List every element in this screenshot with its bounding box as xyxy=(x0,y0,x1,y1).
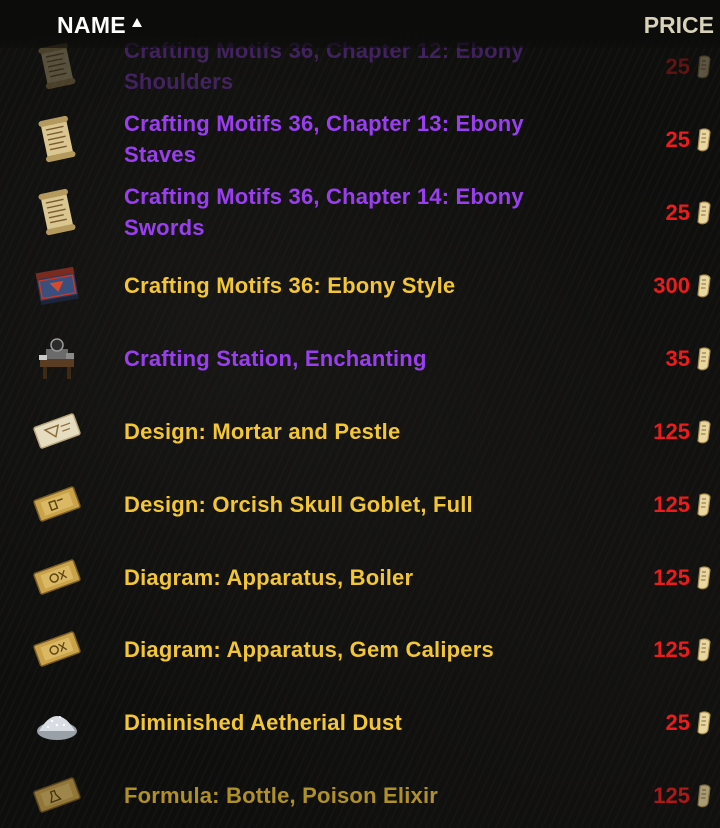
item-price: 300 xyxy=(653,273,690,298)
store-window: Crafting Motifs 36, Chapter 12: Ebony Sh… xyxy=(0,0,720,828)
item-name-line2: Shoulders xyxy=(124,69,234,94)
item-price: 125 xyxy=(653,419,690,444)
list-item[interactable]: Diminished Aetherial Dust 25 xyxy=(0,686,720,759)
item-price: 125 xyxy=(653,637,690,662)
item-name: Diagram: Apparatus, Gem Calipers xyxy=(124,637,494,662)
item-name: Crafting Motifs 36, Chapter 14: Ebony Sw… xyxy=(124,181,544,243)
item-price: 25 xyxy=(665,54,690,79)
item-price: 125 xyxy=(653,565,690,590)
list-header: NAME PRICE xyxy=(0,0,720,48)
gold-coin-icon xyxy=(694,637,714,663)
item-price: 125 xyxy=(653,492,690,517)
list-item[interactable]: Crafting Motifs 36, Chapter 13: Ebony St… xyxy=(0,103,720,176)
list-item[interactable]: Formula: Bottle, Poison Elixir 125 xyxy=(0,759,720,828)
item-name: Design: Mortar and Pestle xyxy=(124,419,401,444)
diagram-plan-icon xyxy=(30,550,84,604)
list-item[interactable]: Design: Orcish Skull Goblet, Full 125 xyxy=(0,468,720,541)
item-name: Crafting Motifs 36: Ebony Style xyxy=(124,273,456,298)
item-name: Crafting Station, Enchanting xyxy=(124,346,427,371)
list-item[interactable]: Diagram: Apparatus, Gem Calipers 125 xyxy=(0,613,720,686)
item-name: Formula: Bottle, Poison Elixir xyxy=(124,783,439,808)
dust-pile-icon xyxy=(30,695,84,749)
gold-coin-icon xyxy=(694,710,714,736)
list-item[interactable]: Crafting Motifs 36, Chapter 14: Ebony Sw… xyxy=(0,176,720,249)
crafting-station-icon xyxy=(30,331,84,385)
item-price: 25 xyxy=(665,127,690,152)
list-item[interactable]: Design: Mortar and Pestle 125 xyxy=(0,395,720,468)
book-icon xyxy=(30,258,84,312)
scroll-icon xyxy=(30,112,84,166)
item-name-line1: Crafting Motifs 36, Chapter 13: Ebony xyxy=(124,111,524,136)
item-name-line2: Staves xyxy=(124,142,197,167)
sort-by-name-header[interactable]: NAME xyxy=(57,12,142,39)
gold-coin-icon xyxy=(694,565,714,591)
list-item[interactable]: Crafting Station, Enchanting 35 xyxy=(0,322,720,395)
item-name: Diagram: Apparatus, Boiler xyxy=(124,565,414,590)
formula-plan-icon xyxy=(30,768,84,822)
item-name-line2: Swords xyxy=(124,215,205,240)
scroll-icon xyxy=(30,185,84,239)
gold-coin-icon xyxy=(694,54,714,80)
gold-coin-icon xyxy=(694,783,714,809)
diagram-plan-icon xyxy=(30,622,84,676)
item-price: 25 xyxy=(665,710,690,735)
design-plan-icon xyxy=(30,477,84,531)
sort-ascending-icon xyxy=(131,18,142,27)
list-item[interactable]: Crafting Motifs 36: Ebony Style 300 xyxy=(0,249,720,322)
gold-coin-icon xyxy=(694,200,714,226)
item-price: 125 xyxy=(653,783,690,808)
gold-coin-icon xyxy=(694,273,714,299)
item-name: Crafting Motifs 36, Chapter 13: Ebony St… xyxy=(124,108,544,170)
item-name: Diminished Aetherial Dust xyxy=(124,710,403,735)
list-item[interactable]: Diagram: Apparatus, Boiler 125 xyxy=(0,541,720,614)
sort-by-price-header[interactable]: PRICE xyxy=(644,12,714,39)
item-price: 25 xyxy=(665,200,690,225)
design-plan-icon xyxy=(30,404,84,458)
item-name-line1: Crafting Motifs 36, Chapter 14: Ebony xyxy=(124,184,524,209)
gold-coin-icon xyxy=(694,346,714,372)
gold-coin-icon xyxy=(694,127,714,153)
gold-coin-icon xyxy=(694,492,714,518)
name-column-label: NAME xyxy=(57,12,126,38)
item-price: 35 xyxy=(665,346,690,371)
item-name: Design: Orcish Skull Goblet, Full xyxy=(124,492,473,517)
gold-coin-icon xyxy=(694,419,714,445)
